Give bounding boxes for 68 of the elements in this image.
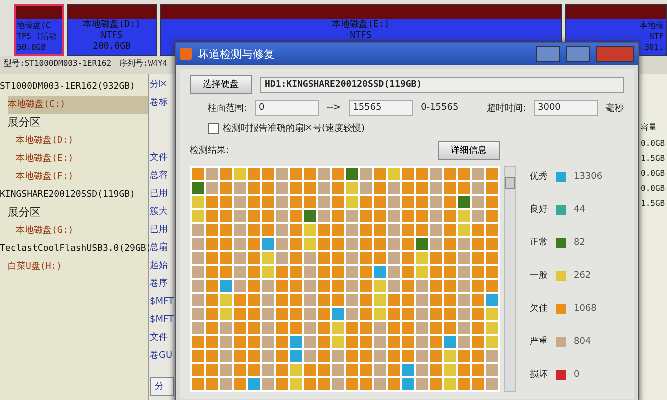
legend-count: 82 [574,238,586,248]
cylinder-end-field[interactable]: 15565 [349,100,414,116]
scrollbar[interactable] [504,166,516,392]
timeout-field[interactable]: 3000 [534,100,598,116]
cylinder-start-field[interactable]: 0 [255,100,320,116]
field-label: 已用 [150,188,169,201]
minimize-button[interactable] [536,46,560,62]
partition-button[interactable]: 分 [150,377,174,396]
field-label: 文件 [150,152,169,165]
tree-item[interactable]: 本地磁盘(G:) [16,222,148,240]
checkbox[interactable] [208,123,219,134]
field-label: 已用 [150,224,169,237]
maximize-button[interactable] [566,46,590,62]
table-cell-text: 1.5GB [641,199,666,208]
tree-item[interactable]: ST1000DM003-1ER162(932GB) [0,78,148,96]
close-button[interactable] [596,46,634,62]
field-label: $MFT [150,314,176,327]
tree-item[interactable]: 展分区 [8,204,148,222]
legend-label: 优秀 [530,170,548,183]
legend-label: 欠佳 [530,302,548,315]
legend-label: 严重 [530,336,548,348]
timeout-label: 超时时间: [486,102,526,114]
table-cell-text: 1.5GB [641,154,666,163]
field-label: 簇大 [150,206,169,219]
tree-item[interactable]: 展分区 [8,114,148,132]
arrow-text: --> [327,103,342,113]
model-text: 型号:ST1000DM003-1ER162 [4,58,112,70]
field-label: 卷标 [150,96,169,110]
field-label: 卷序 [150,278,169,291]
checkbox-label: 检测时报告准确的扇区号(速度较慢) [223,122,366,135]
field-label: $MFT [150,296,176,309]
tab-label[interactable]: 分区 [150,78,176,92]
legend-count: 262 [574,270,592,280]
column-header: 容量 [641,122,658,133]
tree-item[interactable]: 本地磁盘(D:) [16,132,148,150]
legend-label: 正常 [530,236,548,249]
legend-label: 一般 [530,270,548,282]
field-label: 总容 [150,170,169,183]
legend-count: 44 [574,204,586,214]
field-label: 起始 [150,260,169,273]
legend-label: 损坏 [530,368,548,381]
results-label: 检测结果: [190,144,230,157]
unit-text: 毫秒 [606,102,624,114]
legend-count: 804 [574,336,592,346]
tree-item[interactable]: 本地磁盘(E:) [16,150,148,168]
range-text: 0-15565 [421,103,459,113]
legend-count: 13306 [574,172,603,182]
field-label: 卷GU [150,350,174,363]
scroll-thumb[interactable] [505,177,515,189]
serial-text: 序列号:W4Y4 [120,58,168,70]
app-logo-icon [180,48,192,60]
table-cell-text: 0.0GB [641,184,666,193]
legend-count: 1068 [574,304,597,314]
table-cell-text: 0.0GB [641,139,666,148]
tree-item[interactable]: 本地磁盘(F:) [16,168,148,186]
field-label: 总扇 [150,242,169,255]
tree-item[interactable]: KINGSHARE200120SSD(119GB) [0,186,148,204]
tree-item[interactable]: TeclastCoolFlashUSB3.0(29GB) [0,240,148,258]
select-disk-button[interactable]: 选择硬盘 [190,75,252,94]
tree-item[interactable]: 本地磁盘(C:) [8,96,148,114]
disk-field: HD1:KINGSHARE200120SSD(119GB) [260,76,624,92]
field-label: 文件 [150,332,169,345]
table-cell-text: 0.0GB [641,169,666,178]
cylinder-range-label: 柱面范围: [208,102,248,114]
legend-label: 良好 [530,204,548,216]
tree-item[interactable]: 白菜U盘(H:) [8,258,148,276]
details-button[interactable]: 详细信息 [438,141,500,160]
legend-count: 0 [574,370,580,380]
